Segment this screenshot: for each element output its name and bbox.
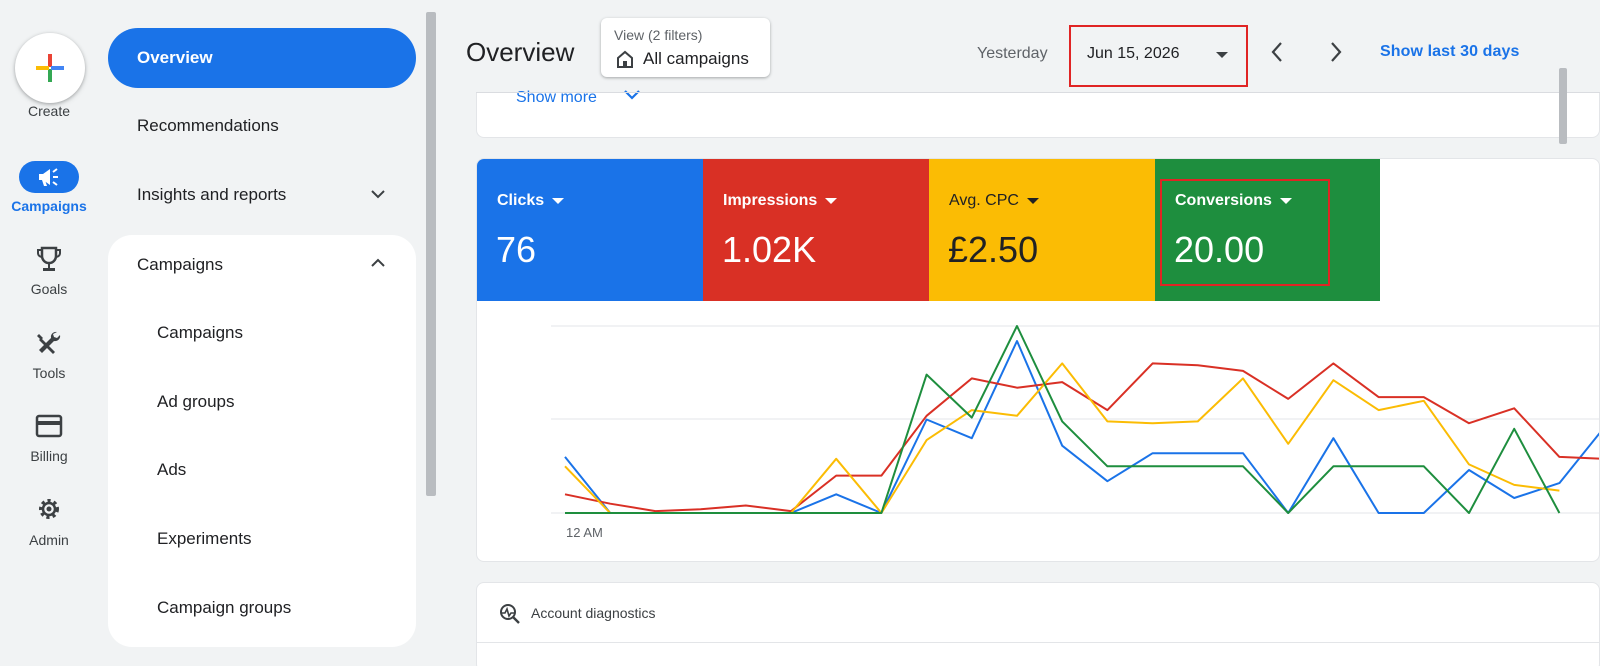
series-line-2 [564,362,1560,514]
nav-item-label: Insights and reports [137,185,287,204]
metric-value: £2.50 [948,229,1039,270]
create-label: Create [27,103,71,119]
tools-icon[interactable] [29,328,69,360]
nav-item-overview[interactable]: Overview [108,28,416,88]
metric-tile-impressions[interactable]: Impressions 1.02K [703,159,929,301]
chevron-up-icon [371,258,385,267]
nav-sub-label: Campaign groups [157,598,292,617]
metric-tile-conversions[interactable]: Conversions 20.00 [1155,159,1380,301]
show-last-30-days-link[interactable]: Show last 30 days [1380,43,1520,61]
nav-sub-label: Campaigns [157,323,243,342]
summary-card: Show more [476,89,1600,138]
view-filter-value: All campaigns [643,49,749,68]
date-preset-label: Yesterday [977,45,1048,62]
header-divider [476,92,1600,93]
page-title: Overview [466,37,575,67]
campaigns-group: Campaigns Campaigns Ad groups Ads Experi… [108,235,416,647]
nav-sub-label: Ads [157,460,187,479]
metric-tile-avg-cpc[interactable]: Avg. CPC £2.50 [929,159,1155,301]
nav-sub-ad-groups[interactable]: Ad groups [108,374,416,430]
nav-item-label: Overview [137,48,213,67]
megaphone-icon [39,168,58,186]
gear-icon[interactable] [29,494,69,526]
caret-down-icon[interactable] [1279,197,1292,205]
metric-label: Impressions [723,192,818,209]
date-selector[interactable]: Jun 15, 2026 [1069,25,1248,87]
nav-sub-ads[interactable]: Ads [108,442,416,498]
create-button[interactable] [15,33,85,103]
chevron-down-icon[interactable] [623,87,641,101]
performance-chart-card: Clicks 76 Impressions 1.02K Avg. CPC £2.… [476,158,1600,562]
diagnostics-icon [500,604,520,624]
nav-sub-campaign-groups[interactable]: Campaign groups [108,580,416,636]
account-diagnostics-label: Account diagnostics [531,605,656,621]
divider [477,642,1599,643]
date-value: Jun 15, 2026 [1087,45,1180,62]
view-filter-label: View (2 filters) [614,27,703,43]
caret-down-icon [1216,52,1228,58]
account-diagnostics-card[interactable]: Account diagnostics [476,582,1600,666]
nav-item-label: Recommendations [137,116,279,135]
rail-label-tools: Tools [32,365,66,381]
nav-sub-campaigns[interactable]: Campaigns [108,305,416,361]
rail-item-campaigns[interactable] [19,161,79,193]
nav-sub-label: Experiments [157,529,252,548]
nav-sub-experiments[interactable]: Experiments [108,511,416,567]
rail-label-goals: Goals [30,281,68,297]
nav-sub-label: Ad groups [157,392,235,411]
nav-group-label: Campaigns [137,255,223,274]
page-scrollbar[interactable] [1559,68,1567,144]
caret-down-icon[interactable] [825,197,838,205]
caret-down-icon[interactable] [1026,197,1039,205]
metric-tile-clicks[interactable]: Clicks 76 [477,159,703,301]
rail-label-billing: Billing [30,448,68,464]
line-chart: 12 AM [551,325,1599,540]
metric-value: 1.02K [722,229,817,270]
nav-panel: Overview Recommendations Insights and re… [98,0,428,666]
nav-item-campaigns-group[interactable]: Campaigns [108,235,416,295]
chevron-left-icon[interactable] [1269,40,1285,64]
nav-item-recommendations[interactable]: Recommendations [108,96,416,156]
rail-label-admin: Admin [29,532,69,548]
metric-label: Avg. CPC [949,192,1019,209]
left-rail: Create Campaigns Goals Tools Billing Adm… [0,0,98,666]
caret-down-icon[interactable] [552,197,565,205]
chevron-down-icon [371,190,385,199]
view-filter-selector[interactable]: View (2 filters) All campaigns [601,18,770,77]
home-icon [617,50,633,68]
metric-value: 76 [496,229,537,270]
nav-item-insights[interactable]: Insights and reports [108,165,416,225]
metric-value: 20.00 [1174,229,1265,270]
trophy-icon[interactable] [29,244,69,276]
plus-icon [36,54,64,82]
chevron-right-icon[interactable] [1328,40,1344,64]
nav-scrollbar[interactable] [426,12,436,496]
x-tick-label: 12 AM [566,525,603,540]
credit-card-icon[interactable] [29,411,69,443]
metric-label: Conversions [1175,192,1272,209]
rail-label-campaigns: Campaigns [11,198,87,214]
metric-label: Clicks [497,192,545,209]
